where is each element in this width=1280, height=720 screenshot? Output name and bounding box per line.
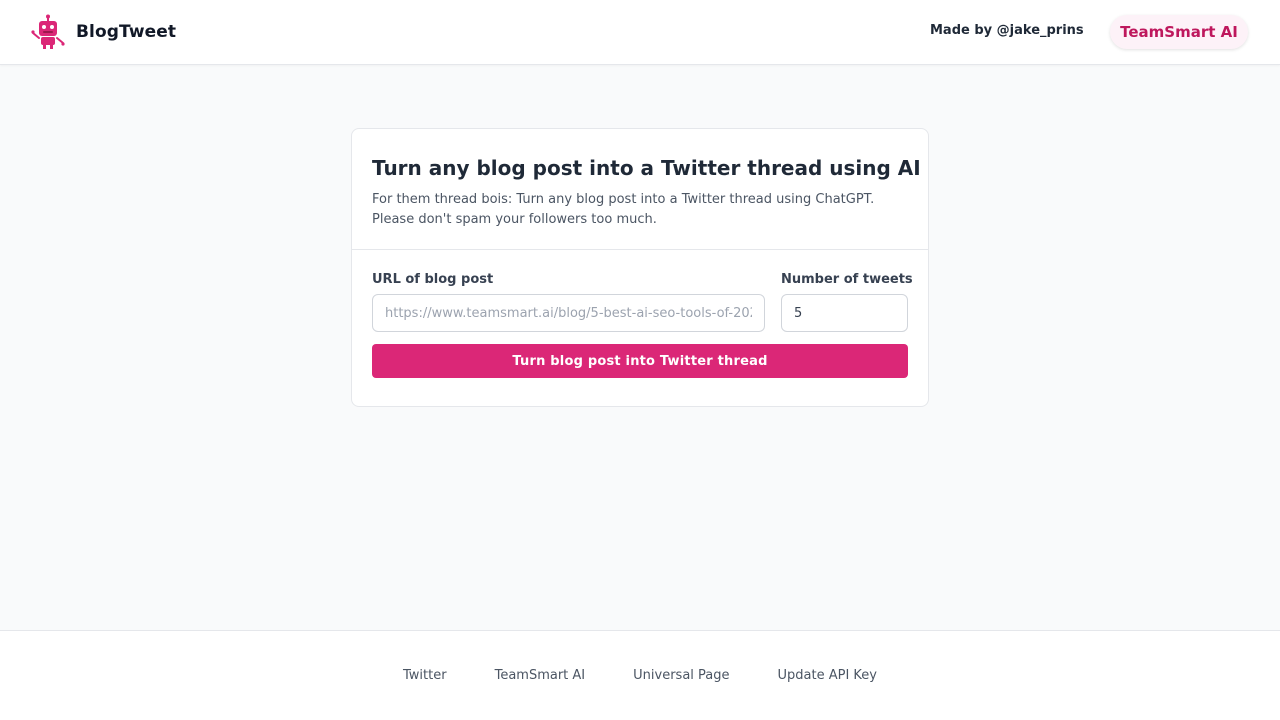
footer-nav: Twitter TeamSmart AI Universal Page Upda… bbox=[0, 668, 1280, 683]
tweets-count-label: Number of tweets bbox=[781, 272, 913, 287]
footer-link-universal-page[interactable]: Universal Page bbox=[633, 668, 729, 683]
brand-name: BlogTweet bbox=[76, 22, 177, 42]
page-title: Turn any blog post into a Twitter thread… bbox=[372, 156, 921, 180]
convert-button[interactable]: Turn blog post into Twitter thread bbox=[372, 344, 908, 378]
made-by-link[interactable]: Made by @jake_prins bbox=[930, 23, 1084, 38]
page-description: For them thread bois: Turn any blog post… bbox=[372, 192, 875, 227]
url-label: URL of blog post bbox=[372, 272, 494, 287]
brand-link[interactable]: BlogTweet bbox=[30, 14, 176, 50]
tweets-count-input[interactable] bbox=[781, 294, 908, 332]
card-header: Turn any blog post into a Twitter thread… bbox=[352, 129, 928, 250]
footer-link-teamsmart[interactable]: TeamSmart AI bbox=[495, 668, 586, 683]
robot-icon bbox=[31, 14, 65, 49]
converter-card: Turn any blog post into a Twitter thread… bbox=[351, 128, 929, 407]
teamsmart-ai-button[interactable]: TeamSmart AI bbox=[1110, 15, 1248, 49]
footer-link-twitter[interactable]: Twitter bbox=[403, 668, 447, 683]
footer-link-update-api-key[interactable]: Update API Key bbox=[778, 668, 877, 683]
footer: Twitter TeamSmart AI Universal Page Upda… bbox=[0, 630, 1280, 720]
top-navbar: BlogTweet Made by @jake_prins TeamSmart … bbox=[0, 0, 1280, 65]
blog-url-input[interactable] bbox=[372, 294, 765, 332]
